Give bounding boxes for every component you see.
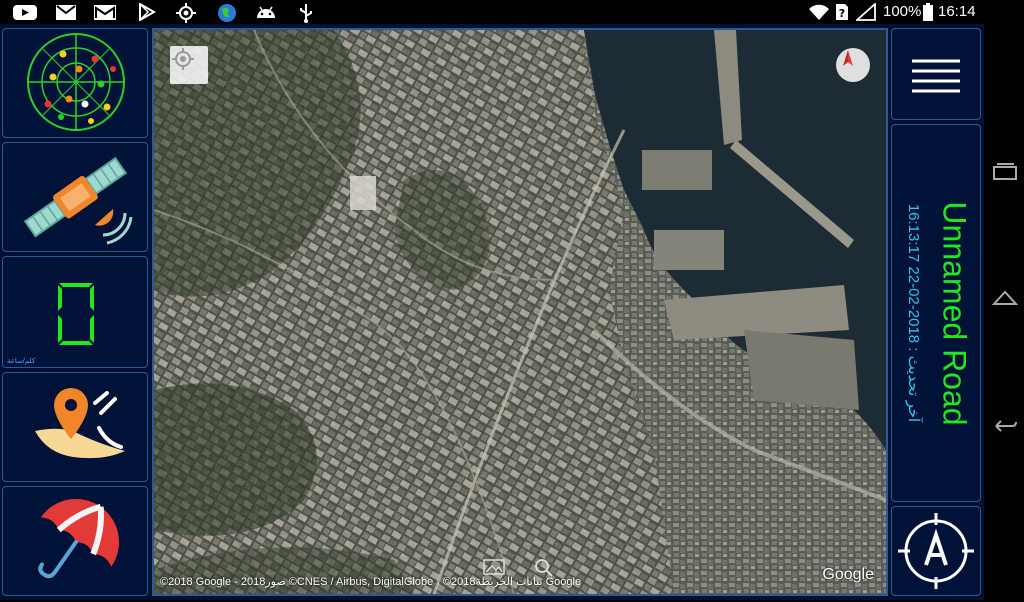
umbrella-icon: [38, 499, 119, 579]
sidebar-item-weather[interactable]: [2, 486, 148, 596]
sidebar-item-satellite[interactable]: [2, 142, 148, 252]
sidebar-item-speed[interactable]: كلم/ساعة: [2, 256, 148, 368]
wifi-icon: [809, 4, 829, 20]
play-store-icon: [139, 3, 157, 21]
speed-display-icon: [58, 283, 94, 345]
gmail-icon: [56, 5, 76, 20]
cell-signal-icon: [856, 3, 876, 21]
compass-button[interactable]: [836, 48, 870, 82]
map-pin-icon: [35, 388, 125, 459]
last-updated-text: آخر تحديث : 2018-02-22 16:13:17: [905, 203, 922, 423]
satellite-map-view[interactable]: ©2018 Google - 2018صور ©CNES / Airbus, D…: [152, 28, 888, 596]
street-name: Unnamed Road: [936, 200, 973, 426]
google-logo: Google: [822, 566, 874, 583]
map-type-icon[interactable]: [482, 558, 506, 576]
satellite-icon: [23, 156, 133, 245]
system-navigation-bar: [984, 24, 1024, 600]
satellite-skyplot-icon: [27, 33, 125, 131]
sim-unknown-icon: ?: [836, 4, 848, 20]
gps-icon: [176, 3, 196, 23]
speed-unit-label: كلم/ساعة: [7, 358, 36, 365]
sidebar-item-location[interactable]: [2, 372, 148, 482]
back-icon[interactable]: [992, 416, 1018, 436]
battery-icon: [923, 3, 933, 21]
address-lookup-button[interactable]: [891, 506, 981, 596]
menu-button[interactable]: [891, 28, 981, 120]
status-bar: ? 100% 16:14: [0, 0, 1024, 24]
android-icon: [257, 6, 275, 18]
svg-text:?: ?: [839, 7, 845, 20]
home-icon[interactable]: [992, 288, 1018, 308]
recent-apps-icon[interactable]: [992, 162, 1018, 182]
map-attribution: ©2018 Google - 2018صور ©CNES / Airbus, D…: [160, 576, 582, 588]
usb-icon: [300, 4, 312, 23]
clock: 16:14: [938, 3, 976, 20]
youtube-icon: [13, 5, 37, 20]
satellite-imagery: [154, 30, 886, 594]
my-location-button[interactable]: [170, 46, 208, 84]
compass-icon: [843, 50, 853, 66]
hamburger-menu-icon: [912, 59, 960, 93]
sidebar-item-satellite-radar[interactable]: [2, 28, 148, 138]
location-info-text: Unnamed Road آخر تحديث : 2018-02-22 16:1…: [893, 124, 979, 502]
gmail-icon: [94, 5, 116, 20]
crosshair-address-icon: [898, 513, 974, 589]
globe-app-icon: [218, 4, 236, 22]
my-location-icon: [172, 48, 194, 70]
battery-percentage: 100%: [883, 3, 922, 20]
